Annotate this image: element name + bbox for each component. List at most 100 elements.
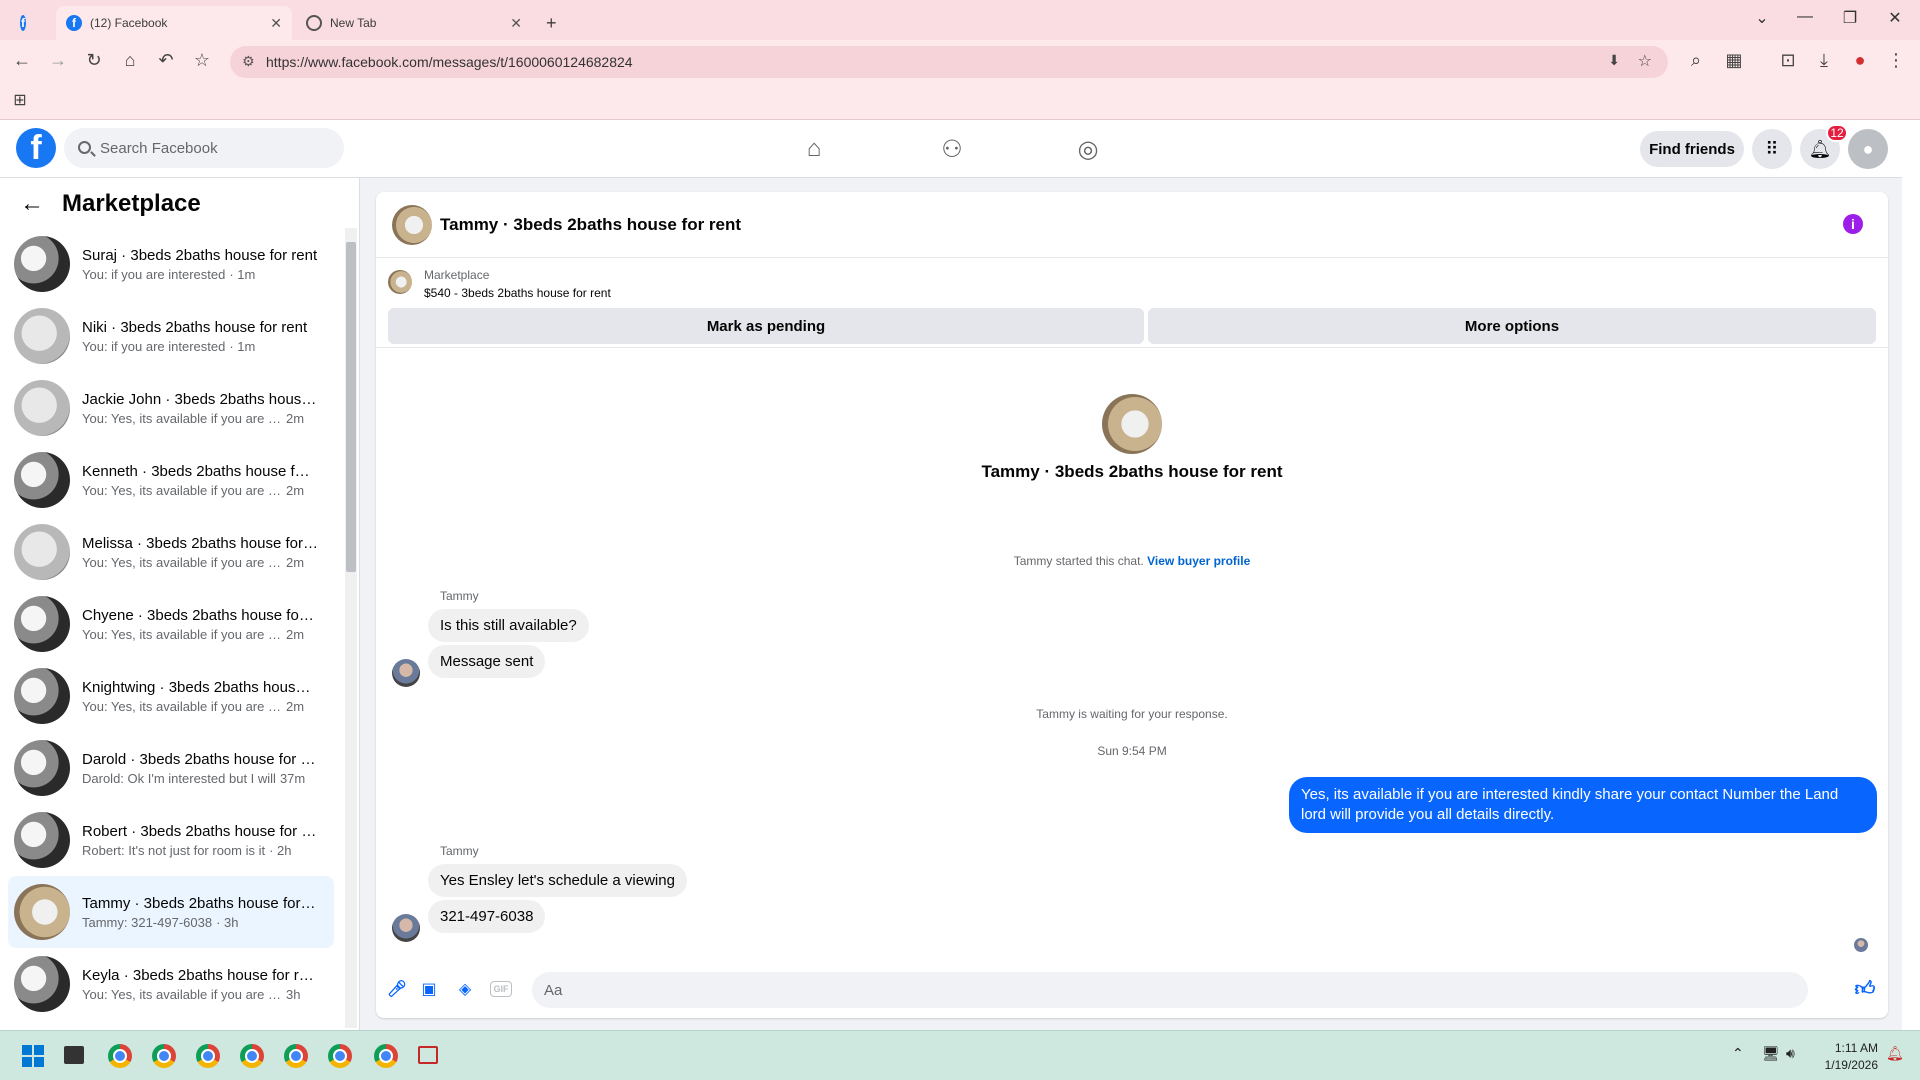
- clock-time[interactable]: 1:11 AM: [1810, 1041, 1878, 1055]
- scrollbar-thumb[interactable]: [346, 242, 356, 572]
- message-input[interactable]: Aa ☺: [532, 972, 1808, 1008]
- apps-grid-icon[interactable]: ⊞: [8, 90, 32, 110]
- groups-nav-icon[interactable]: ◎: [1068, 132, 1108, 166]
- qr-code-icon[interactable]: ▦: [1722, 50, 1746, 71]
- menu-grid-icon[interactable]: ⠿: [1752, 129, 1792, 169]
- install-app-icon[interactable]: ⬇: [1608, 52, 1620, 69]
- conversation-time: 2m: [286, 410, 305, 426]
- conversation-item[interactable]: Jackie John · 3beds 2baths house for ren…: [8, 372, 334, 444]
- bookmark-star-icon[interactable]: ☆: [190, 50, 214, 71]
- bookmark-page-icon[interactable]: ☆: [1638, 51, 1652, 71]
- mark-as-pending-button[interactable]: Mark as pending: [388, 308, 1144, 344]
- restore-icon[interactable]: ❐: [1835, 8, 1865, 28]
- tab-search-icon[interactable]: ⌄: [1747, 8, 1777, 28]
- undo-icon[interactable]: ↶: [154, 50, 178, 71]
- conversation-item[interactable]: Knightwing · 3beds 2baths house for rent…: [8, 660, 334, 732]
- page-scrollbar[interactable]: [1902, 120, 1920, 1030]
- marketplace-label: Marketplace: [424, 268, 490, 282]
- conversation-item[interactable]: Suraj · 3beds 2baths house for rent You: …: [8, 228, 334, 300]
- site-settings-icon[interactable]: ⚙: [242, 53, 255, 70]
- tab-new-tab[interactable]: New Tab ✕: [296, 6, 532, 40]
- conversation-item[interactable]: Keyla · 3beds 2baths house for rent You: …: [8, 948, 334, 1020]
- facebook-logo[interactable]: f: [16, 128, 56, 168]
- chat-avatar[interactable]: [392, 205, 432, 245]
- message-bubble-incoming[interactable]: Yes Ensley let's schedule a viewing: [428, 864, 687, 897]
- gif-icon[interactable]: GIF: [490, 981, 512, 997]
- chrome-icon[interactable]: [284, 1044, 308, 1068]
- crop-icon[interactable]: ⊡: [1776, 50, 1800, 71]
- network-icon[interactable]: 🖥︎: [1762, 1045, 1780, 1062]
- friends-nav-icon[interactable]: ⚇: [932, 132, 972, 166]
- conversation-avatar: [14, 668, 70, 724]
- clock-date[interactable]: 1/19/2026: [1810, 1058, 1878, 1072]
- conversation-item[interactable]: Kenneth · 3beds 2baths house for rent You…: [8, 444, 334, 516]
- listing-title[interactable]: $540 - 3beds 2baths house for rent: [424, 286, 611, 300]
- chat-title[interactable]: Tammy · 3beds 2baths house for rent: [440, 215, 741, 235]
- facebook-header: f Search Facebook ⌂ ⚇ ◎ Find friends ⠿ 🔔…: [0, 120, 1920, 178]
- zoom-search-icon[interactable]: ⌕: [1684, 50, 1708, 71]
- menu-kebab-icon[interactable]: ⋮: [1884, 50, 1908, 71]
- conversation-text: Keyla · 3beds 2baths house for rent You: …: [82, 967, 318, 1002]
- search-input[interactable]: Search Facebook: [64, 128, 344, 168]
- snipping-tool-icon[interactable]: [418, 1046, 438, 1064]
- close-tab-icon[interactable]: ✕: [510, 15, 522, 32]
- more-options-button[interactable]: More options: [1148, 308, 1876, 344]
- tray-chevron-icon[interactable]: ⌃: [1732, 1045, 1744, 1062]
- conversation-snippet: You: Yes, its available if you are inter…: [82, 626, 282, 642]
- address-bar[interactable]: ⚙ https://www.facebook.com/messages/t/16…: [230, 46, 1668, 78]
- volume-icon[interactable]: 🔊︎: [1786, 1045, 1795, 1062]
- message-bubble-outgoing[interactable]: Yes, its available if you are interested…: [1289, 777, 1877, 833]
- close-window-icon[interactable]: ✕: [1880, 8, 1910, 28]
- conversation-item[interactable]: Robert · 3beds 2baths house for rent Robe…: [8, 804, 334, 876]
- notification-bell-icon[interactable]: 🔔︎: [1886, 1045, 1904, 1062]
- account-avatar[interactable]: ●: [1848, 129, 1888, 169]
- conversation-avatar: [14, 236, 70, 292]
- find-friends-button[interactable]: Find friends: [1640, 131, 1744, 167]
- conversation-avatar: [14, 308, 70, 364]
- conversation-item[interactable]: Melissa · 3beds 2baths house for rent You…: [8, 516, 334, 588]
- microphone-icon[interactable]: 🎤︎: [386, 978, 408, 1000]
- conversation-snippet: You: if you are interested: [82, 338, 226, 354]
- chrome-icon-active[interactable]: [374, 1044, 398, 1068]
- conversation-item[interactable]: Darold · 3beds 2baths house for rent Daro…: [8, 732, 334, 804]
- task-view-icon[interactable]: [64, 1046, 84, 1064]
- info-icon[interactable]: i: [1843, 214, 1863, 234]
- minimize-icon[interactable]: —: [1790, 8, 1820, 26]
- chrome-icon[interactable]: [240, 1044, 264, 1068]
- photo-icon[interactable]: ▣: [418, 978, 440, 1000]
- buyer-avatar-large[interactable]: [1102, 394, 1162, 454]
- windows-start-icon[interactable]: [22, 1045, 44, 1067]
- back-icon[interactable]: ←: [10, 50, 34, 71]
- message-bubble-incoming[interactable]: Is this still available?: [428, 609, 589, 642]
- reload-icon[interactable]: ↻: [82, 50, 106, 71]
- sticker-icon[interactable]: ◈: [454, 978, 476, 1000]
- profile-icon[interactable]: ●: [1848, 50, 1872, 71]
- thumbs-up-icon[interactable]: 👍︎: [1854, 978, 1876, 1000]
- sender-avatar[interactable]: [392, 659, 420, 687]
- message-bubble-incoming[interactable]: Message sent: [428, 645, 546, 678]
- message-bubble-incoming[interactable]: 321-497-6038: [428, 900, 546, 933]
- conversation-name: Tammy · 3beds 2baths house for rent: [82, 894, 318, 912]
- home-icon[interactable]: ⌂: [118, 50, 142, 71]
- chrome-icon[interactable]: [108, 1044, 132, 1068]
- home-nav-icon[interactable]: ⌂: [794, 132, 834, 166]
- tab-facebook[interactable]: f (12) Facebook ✕: [56, 6, 292, 40]
- new-tab-button[interactable]: +: [536, 6, 567, 40]
- conversation-item[interactable]: Niki · 3beds 2baths house for rent You: i…: [8, 300, 334, 372]
- chrome-icon[interactable]: [152, 1044, 176, 1068]
- download-icon[interactable]: ⤓: [1812, 50, 1836, 71]
- conversation-item[interactable]: Chyene · 3beds 2baths house for rent You:…: [8, 588, 334, 660]
- conversation-text: Robert · 3beds 2baths house for rent Robe…: [82, 823, 318, 858]
- chrome-icon[interactable]: [328, 1044, 352, 1068]
- sender-avatar[interactable]: [392, 914, 420, 942]
- back-arrow-icon[interactable]: ←: [20, 190, 44, 218]
- conversation-time: · 3h: [216, 914, 239, 930]
- facebook-pinned-tab[interactable]: f: [20, 6, 34, 40]
- conversation-item[interactable]: Tammy · 3beds 2baths house for rent Tammy…: [8, 876, 334, 948]
- forward-icon[interactable]: →: [46, 50, 70, 71]
- view-buyer-profile-link[interactable]: View buyer profile: [1147, 554, 1250, 568]
- chrome-icon[interactable]: [196, 1044, 220, 1068]
- conversation-snippet: You: Yes, its available if you are inter…: [82, 410, 282, 426]
- close-tab-icon[interactable]: ✕: [270, 15, 282, 32]
- sidebar-scrollbar[interactable]: [345, 228, 357, 1028]
